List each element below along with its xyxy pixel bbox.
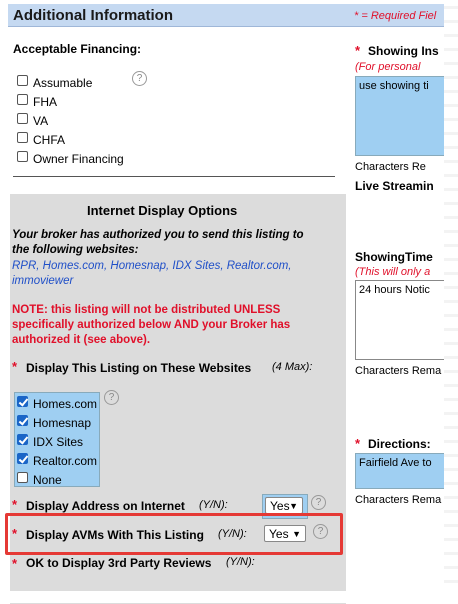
website-label: IDX Sites xyxy=(33,435,84,449)
third-party-label: OK to Display 3rd Party Reviews xyxy=(26,556,212,570)
required-star: * xyxy=(12,359,18,374)
financing-option-label: Owner Financing xyxy=(33,152,124,166)
sites-line-2: immoviewer xyxy=(12,275,74,287)
help-circle-icon[interactable]: ? xyxy=(311,495,326,510)
display-address-select[interactable]: Yes ▼ xyxy=(265,497,303,514)
note-line-1: NOTE: this listing will not be distribut… xyxy=(12,304,281,316)
display-address-yn: (Y/N): xyxy=(199,499,228,511)
sites-line-1: RPR, Homes.com, Homesnap, IDX Sites, Rea… xyxy=(12,260,292,272)
financing-checkbox-fha[interactable] xyxy=(17,94,28,105)
showing-instructions-label: Showing Ins xyxy=(368,44,439,58)
required-star: * xyxy=(12,497,18,512)
website-label: None xyxy=(33,473,62,487)
display-websites-label: Display This Listing on These Websites xyxy=(26,361,252,375)
showingtime-field[interactable]: 24 hours Notic xyxy=(355,280,447,360)
financing-checkbox-owner[interactable] xyxy=(17,151,28,162)
directions-value: Fairfield Ave to xyxy=(359,457,432,469)
required-star: * xyxy=(355,436,361,451)
section-header: Additional Information * = Required Fiel xyxy=(8,4,450,27)
chars-remaining-3: Characters Rema xyxy=(355,494,442,506)
showingtime-label: ShowingTime xyxy=(355,250,433,264)
financing-checkbox-assumable[interactable] xyxy=(17,75,28,86)
help-circle-icon[interactable]: ? xyxy=(104,390,119,405)
note-line-2: specifically authorized below AND your B… xyxy=(12,319,291,331)
chars-remaining-2: Characters Rema xyxy=(355,365,442,377)
torn-edge-right xyxy=(444,0,458,603)
directions-label: Directions: xyxy=(368,437,431,451)
financing-checkbox-va[interactable] xyxy=(17,113,28,124)
chars-remaining-1: Characters Re xyxy=(355,161,426,173)
required-star: * xyxy=(355,43,361,58)
showing-instructions-field[interactable]: use showing ti xyxy=(355,76,447,156)
financing-option-label: VA xyxy=(33,114,49,128)
financing-option-label: FHA xyxy=(33,95,57,109)
financing-option-label: Assumable xyxy=(33,76,93,90)
section-title: Additional Information xyxy=(13,7,173,24)
financing-option-label: CHFA xyxy=(33,133,66,147)
website-label: Realtor.com xyxy=(33,454,98,468)
website-checkbox-none[interactable] xyxy=(17,472,28,483)
section-divider xyxy=(13,176,335,177)
display-websites-max: (4 Max): xyxy=(272,361,313,373)
financing-label: Acceptable Financing: xyxy=(13,42,142,56)
form-frame: Additional Information * = Required Fiel… xyxy=(0,0,458,604)
showing-instructions-sub: (For personal xyxy=(355,61,421,73)
internet-display-title: Internet Display Options xyxy=(87,203,238,218)
auth-text-line-2: the following websites: xyxy=(12,244,139,256)
display-address-label: Display Address on Internet xyxy=(26,499,185,513)
website-checkbox-homes[interactable] xyxy=(17,396,28,407)
website-checkbox-idx[interactable] xyxy=(17,434,28,445)
live-streaming-label: Live Streamin xyxy=(355,179,434,193)
display-address-value: Yes xyxy=(270,499,290,513)
help-circle-icon[interactable]: ? xyxy=(132,71,147,86)
directions-field[interactable]: Fairfield Ave to xyxy=(355,453,447,489)
auth-text-line-1: Your broker has authorized you to send t… xyxy=(12,229,304,241)
required-note: * = Required Fiel xyxy=(354,10,437,22)
required-star: * xyxy=(12,556,18,571)
showingtime-sub: (This will only a xyxy=(355,266,431,278)
torn-edge-bottom xyxy=(0,591,458,603)
website-checkbox-realtor[interactable] xyxy=(17,453,28,464)
website-label: Homesnap xyxy=(33,416,92,430)
financing-checkbox-chfa[interactable] xyxy=(17,132,28,143)
showingtime-value: 24 hours Notic xyxy=(359,284,430,296)
website-checkbox-homesnap[interactable] xyxy=(17,415,28,426)
third-party-yn: (Y/N): xyxy=(226,556,255,568)
note-line-3: authorized it (see above). xyxy=(12,334,151,346)
highlight-box xyxy=(5,513,343,555)
website-label: Homes.com xyxy=(33,397,98,411)
showing-instructions-value: use showing ti xyxy=(359,80,429,92)
